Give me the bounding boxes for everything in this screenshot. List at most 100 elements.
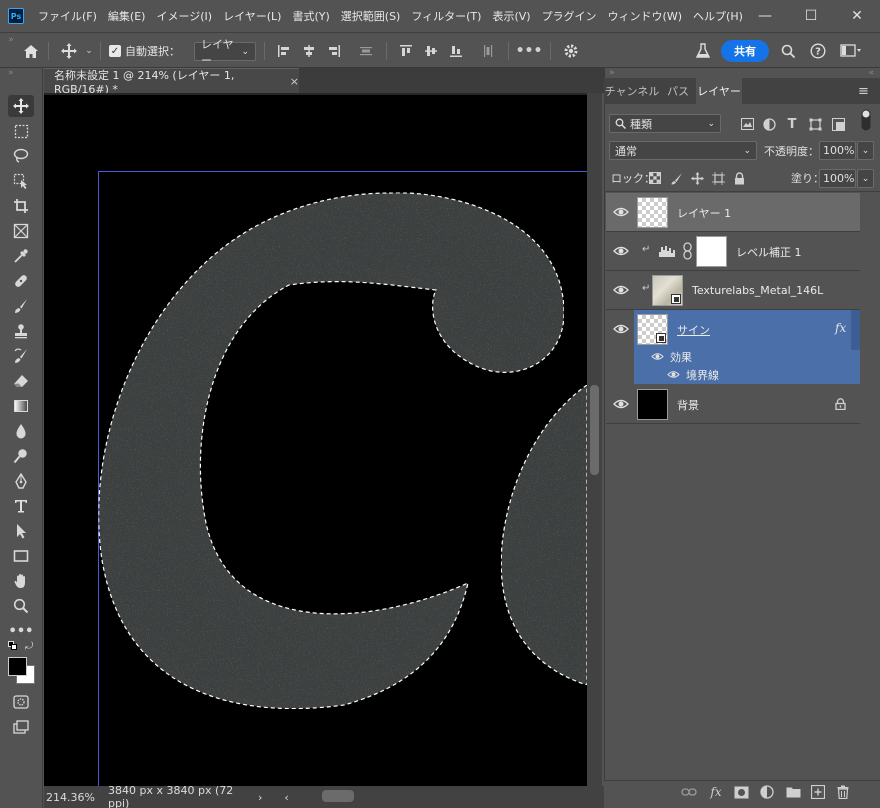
new-adjustment-layer-icon[interactable] xyxy=(759,784,775,800)
home-icon[interactable] xyxy=(20,33,42,69)
fill-input[interactable]: 100% xyxy=(819,169,856,188)
visibility-eye-icon[interactable] xyxy=(667,369,680,380)
menu-image[interactable]: イメージ(I) xyxy=(156,8,212,24)
eyedropper-tool-icon[interactable] xyxy=(8,245,34,267)
visibility-eye-icon[interactable] xyxy=(613,397,629,411)
path-selection-tool-icon[interactable] xyxy=(8,520,34,542)
lock-image-pixels-icon[interactable] xyxy=(668,170,684,186)
scroll-left-icon[interactable]: ‹ xyxy=(284,791,288,804)
layer-row-sign[interactable]: サイン fx ˄ xyxy=(606,310,860,349)
tab-channels[interactable]: チャンネル xyxy=(604,78,660,104)
document-tab[interactable]: 名称未設定 1 @ 214% (レイヤー 1, RGB/16#) * × xyxy=(44,68,299,96)
healing-brush-tool-icon[interactable] xyxy=(8,270,34,292)
close-button[interactable]: ✕ xyxy=(834,0,880,32)
zoom-tool-icon[interactable] xyxy=(8,595,34,617)
lock-position-icon[interactable] xyxy=(689,170,705,186)
menu-type[interactable]: 書式(Y) xyxy=(292,8,329,24)
layer-row-background[interactable]: 背景 xyxy=(606,385,860,424)
new-layer-icon[interactable] xyxy=(810,784,826,800)
maximize-button[interactable]: ☐ xyxy=(788,0,834,32)
lock-all-icon[interactable] xyxy=(731,170,747,186)
gradient-tool-icon[interactable] xyxy=(8,395,34,417)
visibility-eye-icon[interactable] xyxy=(651,351,664,362)
auto-select-target-dropdown[interactable]: レイヤー ⌄ xyxy=(194,38,256,67)
align-top-edges-icon[interactable] xyxy=(396,33,416,69)
blur-tool-icon[interactable] xyxy=(8,420,34,442)
move-tool-icon[interactable] xyxy=(8,95,34,117)
new-group-folder-icon[interactable] xyxy=(785,784,801,800)
workspace-switcher-icon[interactable] xyxy=(836,33,866,69)
zoom-level[interactable]: 214.36% xyxy=(46,791,108,804)
filter-pixel-icon[interactable] xyxy=(739,116,755,132)
object-selection-tool-icon[interactable] xyxy=(8,170,34,192)
layer-name[interactable]: レイヤー 1 xyxy=(677,193,731,232)
distribute-vertical-icon[interactable] xyxy=(478,33,498,69)
quick-mask-icon[interactable] xyxy=(8,691,34,713)
align-right-edges-icon[interactable] xyxy=(324,33,344,69)
search-icon[interactable] xyxy=(778,33,798,69)
default-colors-icon[interactable] xyxy=(8,641,18,651)
clone-stamp-tool-icon[interactable] xyxy=(8,320,34,342)
close-tab-icon[interactable]: × xyxy=(290,75,299,88)
foreground-color-swatch[interactable] xyxy=(8,657,27,676)
minimize-button[interactable]: — xyxy=(742,0,788,32)
filter-smart-object-icon[interactable] xyxy=(830,116,846,132)
menu-layer[interactable]: レイヤー(L) xyxy=(223,8,281,24)
collapse-grip-icon[interactable]: » xyxy=(4,33,18,47)
layer-filter-dropdown[interactable]: 種類 ⌄ xyxy=(609,114,721,133)
document-canvas[interactable] xyxy=(44,95,587,786)
history-brush-tool-icon[interactable] xyxy=(8,345,34,367)
link-chain-icon[interactable] xyxy=(683,242,692,260)
opacity-input[interactable]: 100% xyxy=(819,141,856,160)
vertical-scroll-thumb[interactable] xyxy=(590,385,599,475)
distribute-icon[interactable] xyxy=(356,33,376,69)
layer-name[interactable]: 背景 xyxy=(677,385,699,424)
menu-view[interactable]: 表示(V) xyxy=(492,8,530,24)
align-horizontal-centers-icon[interactable] xyxy=(299,33,319,69)
collapse-panel-grip-icon[interactable]: » xyxy=(609,68,615,78)
menu-edit[interactable]: 編集(E) xyxy=(108,8,146,24)
lock-artboard-icon[interactable] xyxy=(710,170,726,186)
tab-layers[interactable]: レイヤー xyxy=(696,78,742,104)
menu-window[interactable]: ウィンドウ(W) xyxy=(608,8,682,24)
screen-mode-icon[interactable] xyxy=(8,716,34,738)
menu-plugins[interactable]: プラグイン xyxy=(542,8,597,24)
share-button[interactable]: 共有 xyxy=(721,40,769,62)
visibility-eye-icon[interactable] xyxy=(613,205,629,219)
add-mask-icon[interactable] xyxy=(733,784,749,800)
frame-tool-icon[interactable] xyxy=(8,220,34,242)
visibility-eye-icon[interactable] xyxy=(613,322,629,336)
filter-shape-icon[interactable] xyxy=(807,116,823,132)
dodge-tool-icon[interactable] xyxy=(8,445,34,467)
blend-mode-dropdown[interactable]: 通常 ⌄ xyxy=(609,141,757,160)
link-layers-icon[interactable] xyxy=(681,784,697,800)
add-layer-style-fx-icon[interactable]: fx xyxy=(708,784,724,800)
delete-layer-trash-icon[interactable] xyxy=(835,784,851,800)
visibility-eye-icon[interactable] xyxy=(613,244,629,258)
horizontal-scroll-thumb[interactable] xyxy=(322,790,354,802)
status-expand-icon[interactable]: › xyxy=(258,791,262,804)
hand-tool-icon[interactable] xyxy=(8,570,34,592)
align-left-edges-icon[interactable] xyxy=(274,33,294,69)
layer-row-texture[interactable]: ↵ Texturelabs_Metal_146L xyxy=(606,271,860,310)
menu-help[interactable]: ヘルプ(H) xyxy=(693,8,743,24)
settings-gear-icon[interactable] xyxy=(560,33,582,69)
lock-transparent-pixels-icon[interactable] xyxy=(647,170,663,186)
crop-tool-icon[interactable] xyxy=(8,195,34,217)
pen-tool-icon[interactable] xyxy=(8,470,34,492)
swap-colors-icon[interactable]: ⤾ xyxy=(25,641,33,652)
opacity-slider-toggle[interactable]: ⌄ xyxy=(857,141,874,160)
more-options-icon[interactable]: ••• xyxy=(516,33,543,69)
menu-select[interactable]: 選択範囲(S) xyxy=(341,8,401,24)
lasso-tool-icon[interactable] xyxy=(8,145,34,167)
menu-file[interactable]: ファイル(F) xyxy=(38,8,97,24)
eraser-tool-icon[interactable] xyxy=(8,370,34,392)
expand-grip-icon[interactable]: » xyxy=(8,68,14,78)
tab-paths[interactable]: パス xyxy=(662,78,694,104)
brush-tool-icon[interactable] xyxy=(8,295,34,317)
help-icon[interactable]: ? xyxy=(808,33,828,69)
beaker-icon[interactable] xyxy=(693,33,713,69)
chevron-down-icon[interactable]: ⌄ xyxy=(82,33,96,69)
layer-name[interactable]: サイン xyxy=(677,310,710,349)
auto-select-checkbox[interactable]: ✓ xyxy=(108,33,122,69)
